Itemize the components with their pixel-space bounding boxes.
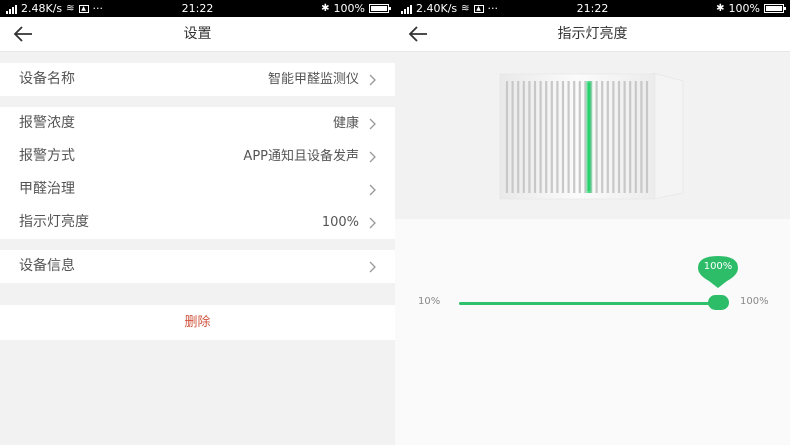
row-alarm-method[interactable]: 报警方式 APP通知且设备发声: [0, 140, 395, 173]
slider-value-tooltip: 100%: [697, 255, 739, 289]
row-label: 设备名称: [19, 71, 75, 87]
nav-bar: 设置: [0, 17, 395, 52]
slider-value-label: 100%: [703, 261, 733, 272]
row-indicator-brightness[interactable]: 指示灯亮度 100%: [0, 206, 395, 239]
status-right: ✱ 100%: [716, 0, 786, 17]
settings-screen: 2.48K/s ≋ ▲ ··· 21:22 ✱ 100% 设置 设备名称 智能甲…: [0, 0, 395, 445]
row-value: 100%: [321, 215, 359, 230]
slider-thumb[interactable]: [708, 295, 729, 310]
chevron-right-icon: [369, 74, 376, 86]
slider-track[interactable]: [459, 302, 724, 305]
delete-button[interactable]: 删除: [0, 305, 395, 340]
brightness-screen: 2.40K/s ≋ ▲ ··· 21:22 ✱ 100% 指示灯亮度 10% 1…: [395, 0, 790, 445]
status-bar: 2.40K/s ≋ ▲ ··· 21:22 ✱ 100%: [395, 0, 790, 17]
battery-icon: [764, 4, 786, 13]
row-label: 报警方式: [19, 148, 75, 164]
chevron-right-icon: [369, 217, 376, 229]
row-alarm-level[interactable]: 报警浓度 健康: [0, 107, 395, 140]
row-label: 甲醛治理: [19, 181, 75, 197]
row-value: APP通知且设备发声: [243, 149, 359, 164]
row-value: 智能甲醛监测仪: [267, 72, 359, 87]
page-title: 指示灯亮度: [557, 26, 628, 42]
chevron-right-icon: [369, 184, 376, 196]
chevron-right-icon: [369, 118, 376, 130]
bluetooth-icon: ✱: [716, 3, 725, 14]
battery-percent: 100%: [333, 2, 365, 15]
slider-max-label: 100%: [740, 296, 769, 307]
row-device-info[interactable]: 设备信息: [0, 250, 395, 283]
page-title: 设置: [183, 26, 212, 42]
settings-group-device: 设备名称 智能甲醛监测仪: [0, 63, 395, 96]
chevron-right-icon: [369, 151, 376, 163]
settings-group-alarm: 报警浓度 健康 报警方式 APP通知且设备发声 甲醛治理 指示灯亮度 100%: [0, 107, 395, 239]
battery-percent: 100%: [728, 2, 760, 15]
slider-min-label: 10%: [418, 296, 441, 307]
battery-icon: [369, 4, 391, 13]
settings-group-info: 设备信息: [0, 250, 395, 283]
status-bar: 2.48K/s ≋ ▲ ··· 21:22 ✱ 100%: [0, 0, 395, 17]
row-label: 报警浓度: [19, 115, 75, 131]
chevron-right-icon: [369, 261, 376, 273]
formaldehyde-monitor-device-illustration: [499, 72, 684, 200]
row-formaldehyde-treatment[interactable]: 甲醛治理: [0, 173, 395, 206]
status-right: ✱ 100%: [321, 0, 391, 17]
bluetooth-icon: ✱: [321, 3, 330, 14]
row-label: 指示灯亮度: [19, 214, 89, 230]
row-device-name[interactable]: 设备名称 智能甲醛监测仪: [0, 63, 395, 96]
nav-bar: 指示灯亮度: [395, 17, 790, 52]
row-label: 设备信息: [19, 258, 75, 274]
row-value: 健康: [332, 116, 359, 131]
device-image: [395, 52, 790, 219]
brightness-slider-area: 10% 100% 100%: [395, 219, 790, 445]
